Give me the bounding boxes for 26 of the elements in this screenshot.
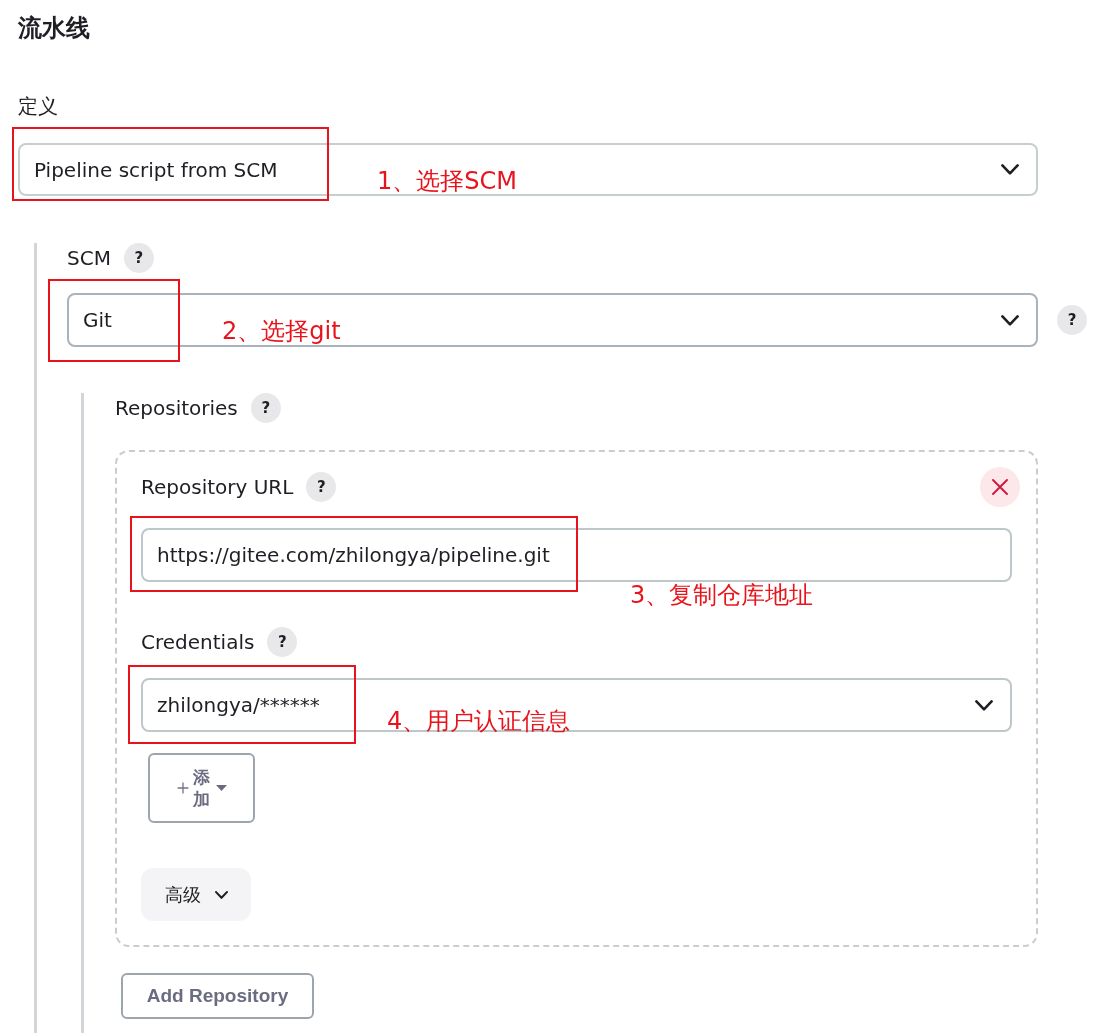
caret-down-icon: [215, 785, 227, 791]
add-button[interactable]: 添加: [148, 753, 255, 823]
advanced-button[interactable]: 高级: [141, 868, 251, 921]
url-input[interactable]: https://gitee.com/zhilongya/pipeline.git: [141, 528, 1012, 582]
help-button[interactable]: ?: [250, 393, 281, 423]
field-label: SCM: [67, 245, 111, 272]
help-button[interactable]: ?: [123, 243, 154, 273]
chevron-down-icon: [214, 890, 228, 899]
section-title: 流水线: [18, 13, 90, 44]
annotation-note: 1、选择SCM: [377, 166, 517, 196]
help-button[interactable]: ?: [267, 627, 298, 657]
annotation-note: 3、复制仓库地址: [630, 580, 814, 610]
annotation-note: 2、选择git: [222, 316, 341, 346]
add-repository-button[interactable]: Add Repository: [121, 973, 314, 1019]
chevron-down-icon: [1001, 314, 1019, 326]
help-button[interactable]: ?: [306, 472, 337, 502]
field-label: Repository URL: [141, 474, 294, 501]
field-label: Credentials: [141, 629, 255, 656]
close-icon: [992, 479, 1008, 495]
chevron-down-icon: [1001, 164, 1019, 175]
field-label: 定义: [18, 93, 58, 119]
help-button[interactable]: ?: [1057, 305, 1087, 335]
plus-icon: [176, 782, 189, 794]
close-button[interactable]: [980, 467, 1020, 507]
field-label: Repositories: [115, 395, 238, 422]
chevron-down-icon: [975, 699, 993, 711]
